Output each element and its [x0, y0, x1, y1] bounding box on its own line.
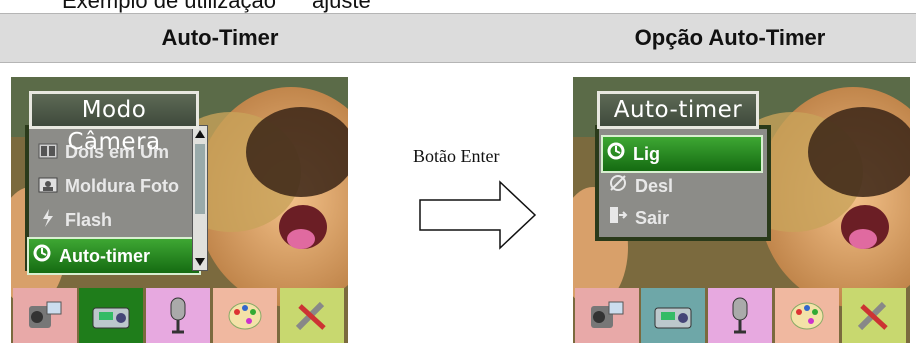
- microphone-icon: [170, 297, 186, 333]
- camera-icon: [92, 307, 130, 328]
- video-camera-icon: [29, 301, 62, 328]
- tools-icon: [295, 301, 326, 330]
- tab-video[interactable]: [575, 288, 639, 343]
- self-timer-off-icon: [605, 170, 631, 204]
- tab-effects[interactable]: [775, 288, 839, 343]
- arrow-label: Botão Enter: [413, 146, 500, 166]
- menu-item-label: Sair: [635, 208, 670, 228]
- mode-tabs: [11, 288, 348, 343]
- menu-title: Modo Câmera: [29, 91, 199, 155]
- tools-icon: [857, 301, 888, 330]
- menu-item-photo-frame[interactable]: Moldura Foto: [35, 169, 179, 203]
- mode-tabs: [573, 288, 910, 343]
- tab-camera[interactable]: [641, 288, 705, 343]
- scroll-down-icon[interactable]: [193, 256, 207, 268]
- scroll-up-icon[interactable]: [193, 128, 207, 140]
- menu-panel: Lig Desl Sair: [595, 125, 771, 241]
- palette-icon: [228, 302, 262, 329]
- menu-item-label: Flash: [65, 210, 113, 230]
- tab-effects[interactable]: [213, 288, 277, 343]
- video-camera-icon: [591, 301, 624, 328]
- menu-item-label: Moldura Foto: [65, 176, 179, 196]
- microphone-icon: [732, 297, 748, 333]
- self-timer-icon: [29, 240, 55, 274]
- flash-icon: [35, 204, 61, 238]
- camera-screen-right: Lig Desl Sair Auto-timer: [573, 77, 910, 343]
- header-right: Opção Auto-Timer: [634, 25, 826, 50]
- camera-icon: [654, 307, 692, 328]
- tab-video[interactable]: [13, 288, 77, 343]
- menu-item-on[interactable]: Lig: [601, 135, 763, 173]
- exit-icon: [605, 202, 631, 236]
- photo-frame-icon: [35, 170, 61, 204]
- menu-title: Auto-timer: [597, 91, 759, 129]
- menu-item-exit[interactable]: Sair: [605, 201, 669, 235]
- tab-audio[interactable]: [708, 288, 772, 343]
- right-arrow-icon: [419, 180, 537, 250]
- tab-audio[interactable]: [146, 288, 210, 343]
- menu-item-label: Lig: [633, 144, 660, 164]
- menu-item-label: Auto-timer: [59, 246, 150, 266]
- two-in-one-icon: [35, 136, 61, 170]
- self-timer-icon: [603, 138, 629, 172]
- tab-settings[interactable]: [842, 288, 906, 343]
- menu-item-flash[interactable]: Flash: [35, 203, 112, 237]
- menu-item-label: Desl: [635, 176, 674, 196]
- scrollbar-thumb[interactable]: [195, 144, 205, 214]
- palette-icon: [790, 302, 824, 329]
- menu-item-off[interactable]: Desl: [605, 169, 673, 203]
- tab-camera[interactable]: [79, 288, 143, 343]
- camera-screen-left: Dois em Um Moldura Foto Flash Auto-timer…: [11, 77, 348, 343]
- table-header: Auto-Timer Opção Auto-Timer: [0, 13, 916, 63]
- header-left: Auto-Timer: [161, 25, 279, 50]
- cropped-text-right: ajuste: [312, 0, 371, 13]
- menu-scrollbar[interactable]: [192, 125, 208, 271]
- menu-item-auto-timer[interactable]: Auto-timer: [27, 237, 201, 275]
- cropped-text-left: Exemplo de utilização: [62, 0, 277, 13]
- tab-settings[interactable]: [280, 288, 344, 343]
